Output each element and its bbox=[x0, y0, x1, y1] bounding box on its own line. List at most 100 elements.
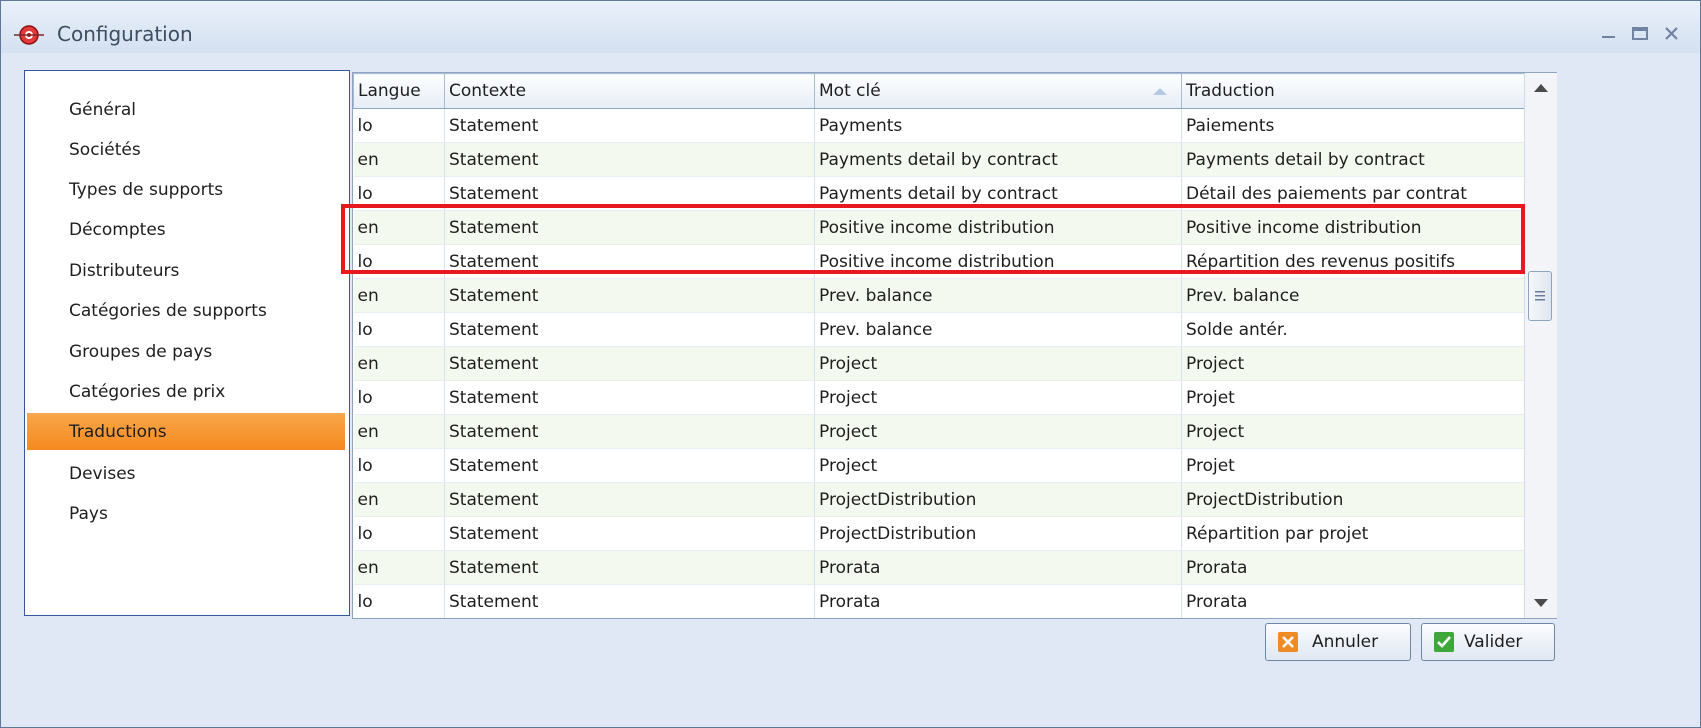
cell-mot-cle[interactable]: ProjectDistribution bbox=[814, 482, 1182, 517]
cell-contexte[interactable]: Statement bbox=[444, 108, 815, 143]
cell-langue[interactable]: lo bbox=[353, 108, 445, 143]
close-icon bbox=[1665, 27, 1678, 40]
sidebar-item-societes[interactable]: Sociétés bbox=[27, 131, 345, 168]
maximize-icon bbox=[1632, 27, 1648, 40]
cancel-label: Annuler bbox=[1312, 632, 1379, 652]
cell-mot-cle[interactable]: Project bbox=[814, 448, 1182, 483]
cell-contexte[interactable]: Statement bbox=[444, 482, 815, 517]
cell-langue[interactable]: lo bbox=[353, 584, 445, 618]
cell-langue[interactable]: en bbox=[353, 550, 445, 585]
sidebar-item-label: Groupes de pays bbox=[69, 342, 213, 362]
sidebar-item-label: Catégories de supports bbox=[69, 301, 267, 321]
cell-traduction[interactable]: Payments detail by contract bbox=[1181, 142, 1524, 177]
cell-traduction[interactable]: Projet bbox=[1181, 448, 1524, 483]
cell-contexte[interactable]: Statement bbox=[444, 380, 815, 415]
table-row[interactable]: lo Statement ProjectDistribution Répartitio… bbox=[353, 516, 1524, 551]
maximize-button[interactable] bbox=[1625, 18, 1655, 48]
cell-langue[interactable]: en bbox=[353, 142, 445, 177]
cell-traduction[interactable]: Prorata bbox=[1181, 584, 1524, 618]
cell-langue[interactable]: lo bbox=[353, 312, 445, 347]
minimize-button[interactable] bbox=[1594, 18, 1624, 48]
sidebar-item-label: Sociétés bbox=[69, 140, 141, 160]
validate-label: Valider bbox=[1464, 632, 1523, 652]
cell-langue[interactable]: en bbox=[353, 346, 445, 381]
cell-langue[interactable]: en bbox=[353, 278, 445, 313]
column-header-traduction[interactable]: Traduction bbox=[1181, 73, 1524, 109]
cell-contexte[interactable]: Statement bbox=[444, 516, 815, 551]
sidebar-item-distributeurs[interactable]: Distributeurs bbox=[27, 252, 345, 289]
cancel-button[interactable]: Annuler bbox=[1265, 623, 1411, 661]
validate-button[interactable]: Valider bbox=[1421, 623, 1555, 661]
cell-langue[interactable]: lo bbox=[353, 448, 445, 483]
cell-mot-cle[interactable]: Prev. balance bbox=[814, 278, 1182, 313]
title-bar[interactable]: Configuration bbox=[1, 1, 1700, 53]
cell-traduction[interactable]: Projet bbox=[1181, 380, 1524, 415]
table-row[interactable]: lo Statement Project Projet bbox=[353, 380, 1524, 415]
cell-contexte[interactable]: Statement bbox=[444, 550, 815, 585]
cell-traduction[interactable]: Prorata bbox=[1181, 550, 1524, 585]
column-header-langue[interactable]: Langue bbox=[353, 73, 445, 109]
scroll-down-button[interactable] bbox=[1525, 586, 1557, 618]
cell-contexte[interactable]: Statement bbox=[444, 278, 815, 313]
sort-ascending-icon bbox=[1153, 88, 1167, 95]
table-row[interactable]: lo Statement Prorata Prorata bbox=[353, 584, 1524, 618]
cell-contexte[interactable]: Statement bbox=[444, 346, 815, 381]
table-row[interactable]: lo Statement Project Projet bbox=[353, 448, 1524, 483]
cell-contexte[interactable]: Statement bbox=[444, 414, 815, 449]
close-button[interactable] bbox=[1657, 18, 1687, 48]
table-row[interactable]: en Statement Prev. balance Prev. balance bbox=[353, 278, 1524, 313]
cell-langue[interactable]: lo bbox=[353, 380, 445, 415]
vertical-scrollbar[interactable] bbox=[1524, 73, 1557, 618]
cell-traduction[interactable]: ProjectDistribution bbox=[1181, 482, 1524, 517]
cell-langue[interactable]: en bbox=[353, 414, 445, 449]
column-header-contexte[interactable]: Contexte bbox=[444, 73, 815, 109]
table-row[interactable]: lo Statement Payments Paiements bbox=[353, 108, 1524, 143]
table-row[interactable]: en Statement Project Project bbox=[353, 414, 1524, 449]
cell-mot-cle[interactable]: ProjectDistribution bbox=[814, 516, 1182, 551]
table-row[interactable]: en Statement Project Project bbox=[353, 346, 1524, 381]
highlight-annotation-box bbox=[341, 204, 1525, 274]
cell-traduction[interactable]: Project bbox=[1181, 414, 1524, 449]
cell-contexte[interactable]: Statement bbox=[444, 142, 815, 177]
table-row[interactable]: en Statement ProjectDistribution ProjectDis… bbox=[353, 482, 1524, 517]
column-header-mot-cle[interactable]: Mot clé bbox=[814, 73, 1182, 109]
scrollbar-thumb[interactable] bbox=[1528, 271, 1552, 321]
cell-mot-cle[interactable]: Payments bbox=[814, 108, 1182, 143]
table-row[interactable]: en Statement Prorata Prorata bbox=[353, 550, 1524, 585]
cell-traduction[interactable]: Solde antér. bbox=[1181, 312, 1524, 347]
sidebar-item-label: Devises bbox=[69, 464, 136, 484]
cell-contexte[interactable]: Statement bbox=[444, 312, 815, 347]
cell-mot-cle[interactable]: Project bbox=[814, 380, 1182, 415]
table-row[interactable]: en Statement Payments detail by contract Pa… bbox=[353, 142, 1524, 177]
sidebar-item-pays[interactable]: Pays bbox=[27, 495, 345, 532]
sidebar-item-general[interactable]: Général bbox=[27, 91, 345, 128]
sidebar-item-groupes-de-pays[interactable]: Groupes de pays bbox=[27, 333, 345, 370]
cell-langue[interactable]: lo bbox=[353, 516, 445, 551]
cell-mot-cle[interactable]: Prorata bbox=[814, 550, 1182, 585]
sidebar-item-traductions[interactable]: Traductions bbox=[27, 413, 345, 450]
cell-traduction[interactable]: Project bbox=[1181, 346, 1524, 381]
cell-traduction[interactable]: Répartition par projet bbox=[1181, 516, 1524, 551]
cell-mot-cle[interactable]: Project bbox=[814, 414, 1182, 449]
cell-mot-cle[interactable]: Project bbox=[814, 346, 1182, 381]
cell-mot-cle[interactable]: Prev. balance bbox=[814, 312, 1182, 347]
sidebar-item-label: Types de supports bbox=[69, 180, 224, 200]
table-row[interactable]: lo Statement Prev. balance Solde antér. bbox=[353, 312, 1524, 347]
sidebar-item-devises[interactable]: Devises bbox=[27, 455, 345, 492]
sidebar-item-label: Décomptes bbox=[69, 220, 166, 240]
sidebar-item-categories-de-prix[interactable]: Catégories de prix bbox=[27, 373, 345, 410]
cell-langue[interactable]: en bbox=[353, 482, 445, 517]
window-title: Configuration bbox=[57, 22, 193, 46]
cell-traduction[interactable]: Prev. balance bbox=[1181, 278, 1524, 313]
cell-mot-cle[interactable]: Prorata bbox=[814, 584, 1182, 618]
translations-table: Langue Contexte Mot clé Traduction lo Sta… bbox=[353, 73, 1524, 618]
cell-traduction[interactable]: Paiements bbox=[1181, 108, 1524, 143]
cell-contexte[interactable]: Statement bbox=[444, 448, 815, 483]
scroll-down-icon bbox=[1534, 599, 1548, 607]
scroll-up-button[interactable] bbox=[1525, 73, 1557, 105]
cell-contexte[interactable]: Statement bbox=[444, 584, 815, 618]
sidebar-item-types-de-supports[interactable]: Types de supports bbox=[27, 171, 345, 208]
sidebar-item-decomptes[interactable]: Décomptes bbox=[27, 211, 345, 248]
cell-mot-cle[interactable]: Payments detail by contract bbox=[814, 142, 1182, 177]
sidebar-item-categories-de-supports[interactable]: Catégories de supports bbox=[27, 292, 345, 329]
